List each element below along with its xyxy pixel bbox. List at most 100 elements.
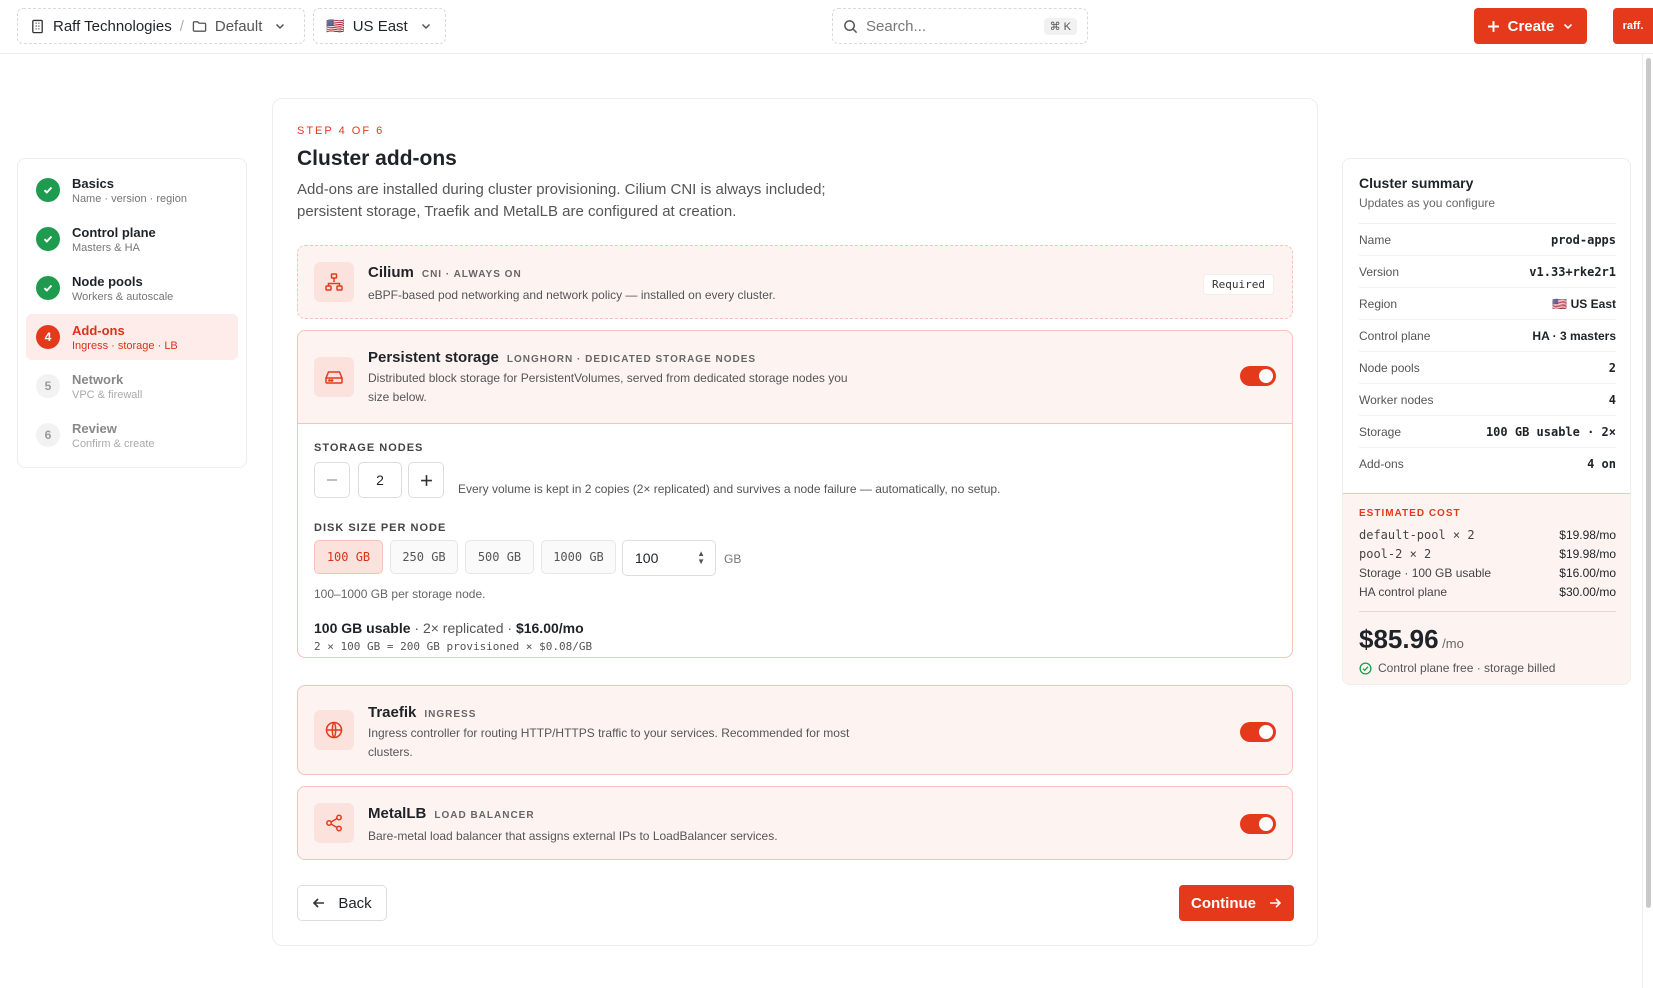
decrement-nodes-button[interactable] xyxy=(314,462,350,498)
disk-option-1000[interactable]: 1000 GB xyxy=(541,540,616,574)
scrollbar-thumb[interactable] xyxy=(1646,58,1651,908)
building-icon xyxy=(32,19,43,33)
avatar[interactable]: raff. xyxy=(1613,8,1653,44)
summary-row: Control plane HA · 3 masters xyxy=(1359,320,1616,352)
summary-key: Add-ons xyxy=(1359,457,1404,471)
disk-option-500[interactable]: 500 GB xyxy=(465,540,534,574)
summary-row: Worker nodes 4 xyxy=(1359,384,1616,416)
estimated-cost: ESTIMATED COST default-pool × 2 $19.98/mo… xyxy=(1343,493,1630,684)
summary-value: v1.33+rke2r1 xyxy=(1529,264,1616,279)
page-title: Cluster add-ons xyxy=(297,147,457,170)
summary-value: prod-apps xyxy=(1550,232,1616,247)
addons-card: STEP 4 OF 6 Cluster add-ons Add-ons are … xyxy=(272,98,1318,946)
step-number: 6 xyxy=(36,423,60,447)
storage-formula: 2 × 100 GB = 200 GB provisioned × $0.08/… xyxy=(314,640,593,653)
storage-toggle[interactable] xyxy=(1240,366,1276,386)
continue-button[interactable]: Continue xyxy=(1179,885,1294,921)
org-project-switcher[interactable]: Raff Technologies / Default xyxy=(17,8,305,44)
folder-icon xyxy=(192,20,207,32)
continue-label: Continue xyxy=(1191,894,1256,912)
step-basics[interactable]: Basics Name · version · region xyxy=(26,167,238,213)
region-switcher[interactable]: 🇺🇸 US East xyxy=(313,8,446,44)
cost-row: Storage · 100 GB usable $16.00/mo xyxy=(1359,563,1616,582)
step-node-pools[interactable]: Node pools Workers & autoscale xyxy=(26,265,238,311)
storage-nodes-label: STORAGE NODES xyxy=(314,442,424,454)
hard-drive-icon xyxy=(314,357,354,397)
summary-row: Add-ons 4 on xyxy=(1359,448,1616,480)
spinner-arrows-icon[interactable]: ▲ ▼ xyxy=(697,550,705,566)
addon-traefik: Traefik INGRESS Ingress controller for ro… xyxy=(297,685,1293,775)
summary-value: 🇺🇸 US East xyxy=(1552,296,1616,311)
step-control-plane[interactable]: Control plane Masters & HA xyxy=(26,216,238,262)
step-review[interactable]: 6 Review Confirm & create xyxy=(26,412,238,458)
disk-unit: GB xyxy=(724,552,742,566)
globe-icon xyxy=(314,710,354,750)
step-subtitle: Workers & autoscale xyxy=(72,290,174,303)
create-button[interactable]: Create xyxy=(1474,8,1587,44)
cost-note-text: Control plane free · storage billed xyxy=(1378,661,1556,675)
check-icon xyxy=(36,227,60,251)
addon-metallb: MetalLB LOAD BALANCER Bare-metal load bal… xyxy=(297,786,1293,860)
summary-key: Storage xyxy=(1359,424,1402,439)
step-network[interactable]: 5 Network VPC & firewall xyxy=(26,363,238,409)
disk-size-input[interactable]: 100 ▲ ▼ xyxy=(622,540,716,576)
addon-tag: LONGHORN · DEDICATED STORAGE NODES xyxy=(506,354,757,365)
check-circle-icon xyxy=(1359,661,1372,675)
wizard-stepper: Basics Name · version · region Control pl… xyxy=(17,158,247,468)
cost-row: HA control plane $30.00/mo xyxy=(1359,582,1616,601)
cost-key: Storage · 100 GB usable xyxy=(1359,565,1492,580)
summary-key: Worker nodes xyxy=(1359,392,1434,407)
summary-value: 2 xyxy=(1608,360,1616,375)
cost-row: default-pool × 2 $19.98/mo xyxy=(1359,525,1616,544)
addon-description: Distributed block storage for Persistent… xyxy=(368,371,848,404)
addon-tag: INGRESS xyxy=(424,709,477,720)
step-number: 5 xyxy=(36,374,60,398)
addon-description: eBPF-based pod networking and network po… xyxy=(368,288,776,302)
step-add-ons[interactable]: 4 Add-ons Ingress · storage · LB xyxy=(26,314,238,360)
step-eyebrow: STEP 4 OF 6 xyxy=(297,125,385,137)
search-shortcut: ⌘ K xyxy=(1043,17,1077,35)
chevron-down-icon xyxy=(276,23,285,30)
chevron-down-icon xyxy=(1564,23,1573,30)
storage-nodes-value[interactable]: 2 xyxy=(358,462,402,498)
summary-value: HA · 3 masters xyxy=(1532,328,1616,343)
metallb-toggle[interactable] xyxy=(1240,814,1276,834)
disk-size-value: 100 xyxy=(635,550,659,566)
summary-row: Region 🇺🇸 US East xyxy=(1359,288,1616,320)
cost-value: $19.98/mo xyxy=(1559,527,1616,542)
summary-rows: Name prod-apps Version v1.33+rke2r1 Region… xyxy=(1359,223,1616,480)
page-scrollbar[interactable] xyxy=(1642,54,1653,988)
cost-note: Control plane free · storage billed xyxy=(1359,661,1616,675)
org-name[interactable]: Raff Technologies xyxy=(53,18,172,35)
step-subtitle: VPC & firewall xyxy=(72,388,143,401)
project-name[interactable]: Default xyxy=(215,18,263,35)
addon-name: Cilium xyxy=(368,264,414,281)
check-icon xyxy=(36,178,60,202)
step-subtitle: Ingress · storage · LB xyxy=(72,339,178,352)
search-placeholder: Search... xyxy=(866,17,927,35)
us-flag-icon: 🇺🇸 xyxy=(326,18,345,35)
storage-config: STORAGE NODES 2 Every volume is kept in … xyxy=(298,423,1292,657)
disk-option-250[interactable]: 250 GB xyxy=(390,540,458,574)
total-cost: $85.96 /mo Control plane free · storage … xyxy=(1359,611,1616,675)
summary-row: Name prod-apps xyxy=(1359,224,1616,256)
search-input[interactable]: Search... ⌘ K xyxy=(832,8,1088,44)
back-button[interactable]: Back xyxy=(297,885,387,921)
summary-key: Control plane xyxy=(1359,328,1431,343)
addon-title: Cilium CNI · ALWAYS ON xyxy=(368,264,522,281)
summary-value: 4 on xyxy=(1587,457,1616,471)
summary-subtitle: Updates as you configure xyxy=(1359,196,1496,210)
step-subtitle: Confirm & create xyxy=(72,437,155,450)
step-title: Node pools xyxy=(72,273,143,289)
summary-value: 4 xyxy=(1608,392,1616,407)
addon-description: Bare-metal load balancer that assigns ex… xyxy=(368,829,778,843)
disk-option-100[interactable]: 100 GB xyxy=(314,540,383,574)
addon-tag: LOAD BALANCER xyxy=(434,810,535,821)
step-subtitle: Masters & HA xyxy=(72,241,140,254)
network-icon xyxy=(314,262,354,302)
total-amount: $85.96 xyxy=(1359,624,1439,654)
cluster-summary-panel: Cluster summary Updates as you configure… xyxy=(1342,158,1631,685)
traefik-toggle[interactable] xyxy=(1240,722,1276,742)
summary-key: Version xyxy=(1359,264,1400,279)
increment-nodes-button[interactable] xyxy=(408,462,444,498)
